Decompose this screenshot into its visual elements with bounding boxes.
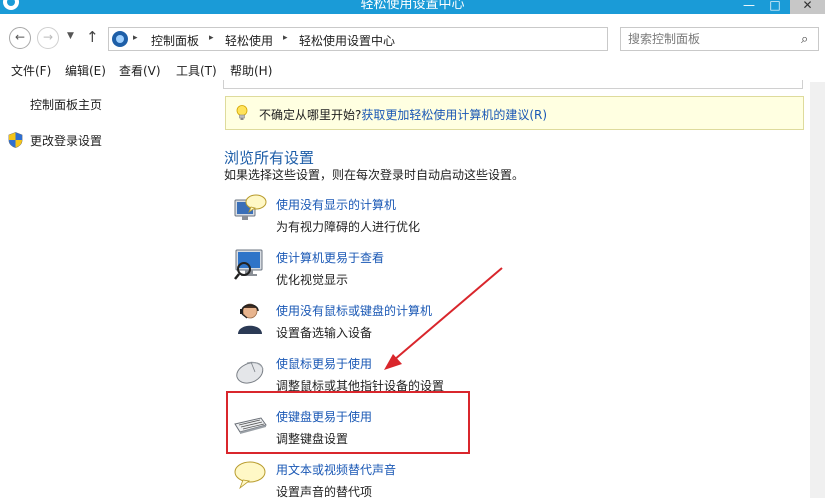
breadcrumb-separator[interactable]: ▸ <box>283 33 288 43</box>
lightbulb-icon <box>236 105 248 120</box>
option-link[interactable]: 用文本或视频替代声音 <box>276 461 396 478</box>
control-panel-home-link[interactable]: 控制面板主页 <box>30 96 102 113</box>
shield-icon <box>8 132 23 148</box>
up-button[interactable]: ↑ <box>86 28 99 46</box>
monitor-magnifier-icon <box>234 249 263 280</box>
menu-help[interactable]: 帮助(H) <box>230 62 272 79</box>
top-panel-edge <box>223 80 803 89</box>
person-headset-icon <box>238 303 262 334</box>
option-description: 设置声音的替代项 <box>276 485 373 498</box>
control-panel-icon <box>112 31 128 47</box>
menu-file[interactable]: 文件(F) <box>11 62 51 79</box>
search-icon[interactable]: ⌕ <box>801 32 808 47</box>
tip-banner: 不确定从哪里开始?获取更加轻松使用计算机的建议(R) <box>225 96 804 130</box>
maximize-button[interactable]: □ <box>764 0 786 14</box>
close-button[interactable]: ✕ <box>790 0 825 14</box>
option-description: 为有视力障碍的人进行优化 <box>276 220 421 234</box>
section-title: 浏览所有设置 <box>224 149 315 167</box>
address-field[interactable]: ▸ 控制面板 ▸ 轻松使用 ▸ 轻松使用设置中心 ⌄ ↻ <box>108 27 706 51</box>
option-link[interactable]: 使鼠标更易于使用 <box>276 355 372 372</box>
title-bar: 轻松使用设置中心 — □ ✕ <box>0 0 825 14</box>
speech-bubble-icon <box>234 461 266 490</box>
mouse-icon <box>236 361 264 384</box>
window-title: 轻松使用设置中心 <box>360 0 465 12</box>
menu-edit[interactable]: 编辑(E) <box>65 62 106 79</box>
search-box[interactable]: ⌕ <box>620 27 819 51</box>
option-link[interactable]: 使用没有显示的计算机 <box>276 196 396 213</box>
vertical-scrollbar[interactable] <box>810 82 825 498</box>
menu-tools[interactable]: 工具(T) <box>176 62 217 79</box>
back-button[interactable]: ← <box>9 27 31 49</box>
breadcrumb-control-panel[interactable]: 控制面板 <box>151 32 199 49</box>
left-navigation-pane: 控制面板主页 更改登录设置 <box>0 82 215 498</box>
breadcrumb-separator[interactable]: ▸ <box>133 33 138 43</box>
tip-prefix: 不确定从哪里开始? <box>259 108 362 122</box>
option-item[interactable]: 用文本或视频替代声音 设置声音的替代项 <box>231 458 531 498</box>
menu-view[interactable]: 查看(V) <box>119 62 161 79</box>
annotation-highlight-box <box>226 391 470 454</box>
address-toolbar: ← → ▼ ↑ ▸ 控制面板 ▸ 轻松使用 ▸ 轻松使用设置中心 ⌄ ↻ ⌕ <box>0 14 825 60</box>
breadcrumb-separator[interactable]: ▸ <box>209 33 214 43</box>
annotation-arrow <box>384 267 503 370</box>
forward-button[interactable]: → <box>37 27 59 49</box>
breadcrumb-ease-of-access[interactable]: 轻松使用 <box>225 32 273 49</box>
change-login-settings-link[interactable]: 更改登录设置 <box>30 132 102 149</box>
speech-monitor-icon <box>234 194 267 220</box>
option-description: 设置备选输入设备 <box>276 326 373 340</box>
recent-locations-button[interactable]: ▼ <box>67 31 74 41</box>
menu-bar: 文件(F) 编辑(E) 查看(V) 工具(T) 帮助(H) <box>0 60 825 82</box>
section-description: 如果选择这些设置，则在每次登录时自动启动这些设置。 <box>224 168 525 182</box>
minimize-button[interactable]: — <box>738 0 760 14</box>
breadcrumb-ease-of-access-center[interactable]: 轻松使用设置中心 <box>299 32 395 49</box>
search-input[interactable] <box>621 28 796 50</box>
option-link[interactable]: 使计算机更易于查看 <box>276 249 384 266</box>
option-description: 优化视觉显示 <box>276 273 349 287</box>
tip-suggestions-link[interactable]: 获取更加轻松使用计算机的建议(R) <box>361 108 547 122</box>
option-item[interactable]: 使用没有显示的计算机 为有视力障碍的人进行优化 <box>231 193 531 243</box>
